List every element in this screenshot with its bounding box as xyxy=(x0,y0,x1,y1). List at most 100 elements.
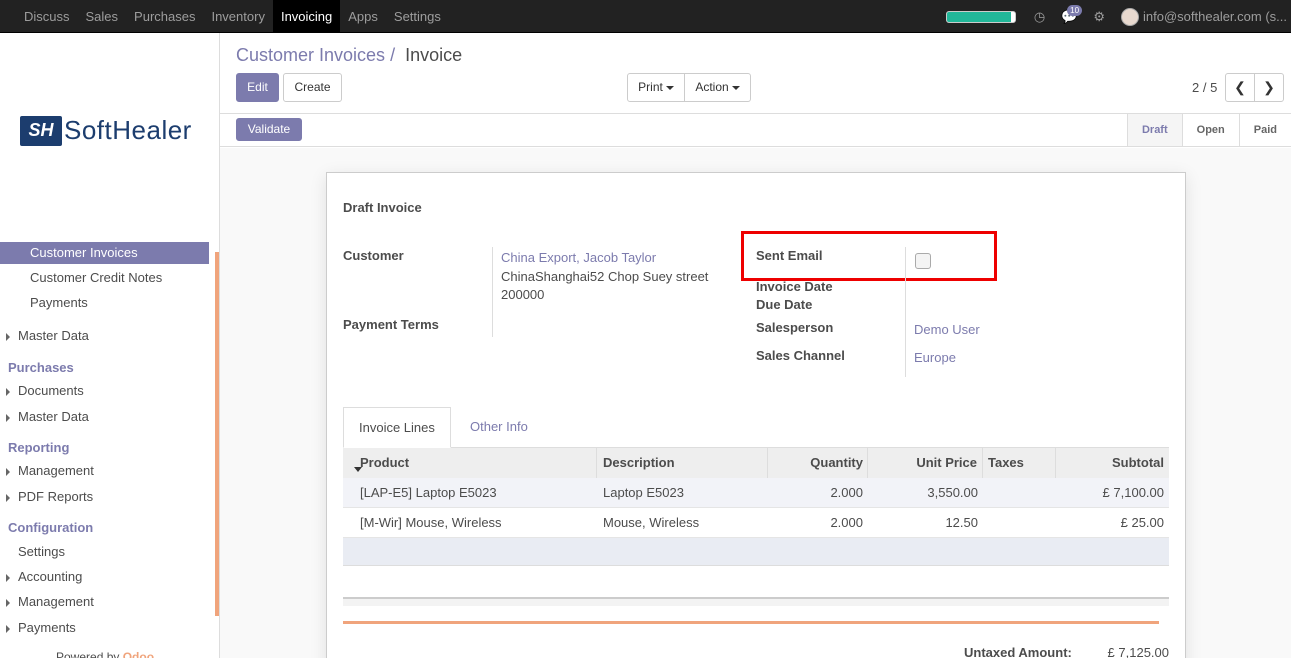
pager-next-button[interactable]: ❯ xyxy=(1254,73,1284,102)
sidebar-item-config-management[interactable]: Management xyxy=(0,591,209,613)
chat-icon[interactable]: 💬 10 xyxy=(1061,4,1083,25)
stage-draft[interactable]: Draft xyxy=(1126,114,1182,146)
sidebar-section-configuration[interactable]: Configuration xyxy=(8,520,93,535)
menu-settings[interactable]: Settings xyxy=(386,0,449,33)
sidebar-scrollbar[interactable] xyxy=(215,252,219,616)
create-button[interactable]: Create xyxy=(283,73,342,102)
menu-discuss[interactable]: Discuss xyxy=(16,0,78,33)
sidebar-item-accounting[interactable]: Accounting xyxy=(0,566,209,588)
caret-right-icon xyxy=(6,599,10,607)
form-title: Draft Invoice xyxy=(343,200,422,215)
sidebar-item-settings[interactable]: Settings xyxy=(0,541,209,563)
sidebar-item-label: Master Data xyxy=(18,328,89,343)
table-row[interactable]: [M-Wir] Mouse, Wireless Mouse, Wireless … xyxy=(343,508,1169,538)
progress-fill xyxy=(946,11,1012,22)
app-menu: Discuss Sales Purchases Inventory Invoic… xyxy=(16,0,449,33)
sidebar-item-master-data[interactable]: Master Data xyxy=(0,325,209,347)
horizontal-scrollbar[interactable] xyxy=(343,621,1159,624)
menu-apps[interactable]: Apps xyxy=(340,0,386,33)
salesperson-label: Salesperson xyxy=(756,320,834,335)
tab-other-info[interactable]: Other Info xyxy=(455,407,543,448)
logo-text: SoftHealer xyxy=(64,115,192,145)
cell-product: [LAP-E5] Laptop E5023 xyxy=(360,485,497,500)
progress-bar[interactable] xyxy=(945,10,1016,23)
menu-purchases[interactable]: Purchases xyxy=(126,0,203,33)
sidebar-item-pdf-reports[interactable]: PDF Reports xyxy=(0,486,209,508)
sidebar-item-label: Accounting xyxy=(18,569,83,584)
top-navbar: Discuss Sales Purchases Inventory Invoic… xyxy=(0,0,1291,33)
sidebar-item-label: Management xyxy=(18,463,94,478)
customer-address-line1: ChinaShanghai52 Chop Suey street xyxy=(501,269,709,284)
salesperson-link[interactable]: Demo User xyxy=(914,322,980,337)
column-taxes[interactable]: Taxes xyxy=(988,448,1024,479)
bug-icon[interactable]: ⚙ xyxy=(1093,9,1105,25)
logo-mark: SH xyxy=(20,115,62,146)
column-quantity[interactable]: Quantity xyxy=(767,448,863,479)
sidebar-item-label: Payments xyxy=(18,620,76,635)
sidebar-section-reporting[interactable]: Reporting xyxy=(8,440,69,455)
table-header: Product Description Quantity Unit Price … xyxy=(343,448,1169,479)
tab-invoice-lines[interactable]: Invoice Lines xyxy=(343,407,451,448)
sidebar-item-customer-invoices[interactable]: Customer Invoices xyxy=(0,242,209,264)
sidebar-item-documents[interactable]: Documents xyxy=(0,380,209,402)
edit-button[interactable]: Edit xyxy=(236,73,279,102)
payment-terms-label: Payment Terms xyxy=(343,317,439,332)
breadcrumb-parent[interactable]: Customer Invoices xyxy=(236,45,385,65)
action-dropdown[interactable]: Action xyxy=(684,73,751,102)
invoice-date-label: Invoice Date xyxy=(756,279,833,294)
caret-right-icon xyxy=(6,333,10,341)
caret-right-icon xyxy=(6,414,10,422)
caret-right-icon xyxy=(6,494,10,502)
field-divider xyxy=(905,247,906,377)
customer-label: Customer xyxy=(343,248,404,263)
cell-quantity: 2.000 xyxy=(830,515,863,530)
column-product[interactable]: Product xyxy=(360,448,409,479)
untaxed-amount-label: Untaxed Amount: xyxy=(964,645,1072,658)
menu-inventory[interactable]: Inventory xyxy=(203,0,272,33)
pager-previous-button[interactable]: ❮ xyxy=(1225,73,1255,102)
sidebar-item-payments[interactable]: Payments xyxy=(0,292,209,314)
powered-by-label: Powered by xyxy=(56,650,120,658)
column-description[interactable]: Description xyxy=(603,448,675,479)
menu-sales[interactable]: Sales xyxy=(78,0,127,33)
action-label: Action xyxy=(695,80,729,94)
cell-unit-price: 3,550.00 xyxy=(927,485,978,500)
customer-address-line2: 200000 xyxy=(501,287,545,302)
breadcrumb-separator: / xyxy=(390,45,396,65)
table-empty-row xyxy=(343,538,1169,566)
sidebar-item-config-payments[interactable]: Payments xyxy=(0,617,209,639)
user-menu[interactable]: info@softhealer.com (s... xyxy=(1143,9,1287,24)
sales-channel-label: Sales Channel xyxy=(756,348,845,363)
avatar[interactable] xyxy=(1121,7,1140,26)
print-dropdown[interactable]: Print xyxy=(627,73,685,102)
pager-value[interactable]: 2 / 5 xyxy=(1192,80,1217,95)
caret-right-icon xyxy=(6,574,10,582)
sidebar-item-reporting-management[interactable]: Management xyxy=(0,460,209,482)
sent-email-label: Sent Email xyxy=(756,248,823,263)
table-footer-divider xyxy=(343,597,1169,606)
customer-link[interactable]: China Export, Jacob Taylor xyxy=(501,250,656,265)
powered-by-brand[interactable]: Odoo xyxy=(123,650,154,658)
print-label: Print xyxy=(638,80,663,94)
menu-invoicing[interactable]: Invoicing xyxy=(272,0,341,33)
sidebar-section-purchases[interactable]: Purchases xyxy=(8,360,74,375)
due-date-label: Due Date xyxy=(756,297,813,312)
stage-open[interactable]: Open xyxy=(1181,114,1239,146)
clock-icon[interactable]: ◷ xyxy=(1034,9,1045,25)
chat-count-badge: 10 xyxy=(1067,4,1083,16)
column-unit-price[interactable]: Unit Price xyxy=(867,448,977,479)
sidebar-item-customer-credit-notes[interactable]: Customer Credit Notes xyxy=(0,267,209,289)
cell-quantity: 2.000 xyxy=(830,485,863,500)
sidebar-item-purchases-master-data[interactable]: Master Data xyxy=(0,406,209,428)
table-row[interactable]: [LAP-E5] Laptop E5023 Laptop E5023 2.000… xyxy=(343,478,1169,508)
sidebar-item-label: Master Data xyxy=(18,409,89,424)
column-subtotal[interactable]: Subtotal xyxy=(1055,448,1164,479)
sales-channel-link[interactable]: Europe xyxy=(914,350,956,365)
caret-down-icon xyxy=(731,85,740,90)
sidebar-item-label: Documents xyxy=(18,383,84,398)
sent-email-checkbox[interactable] xyxy=(915,253,931,269)
sidebar-item-label: PDF Reports xyxy=(18,489,94,504)
validate-button[interactable]: Validate xyxy=(236,118,302,141)
stage-paid[interactable]: Paid xyxy=(1238,114,1291,146)
sidebar-item-label: Management xyxy=(18,594,94,609)
